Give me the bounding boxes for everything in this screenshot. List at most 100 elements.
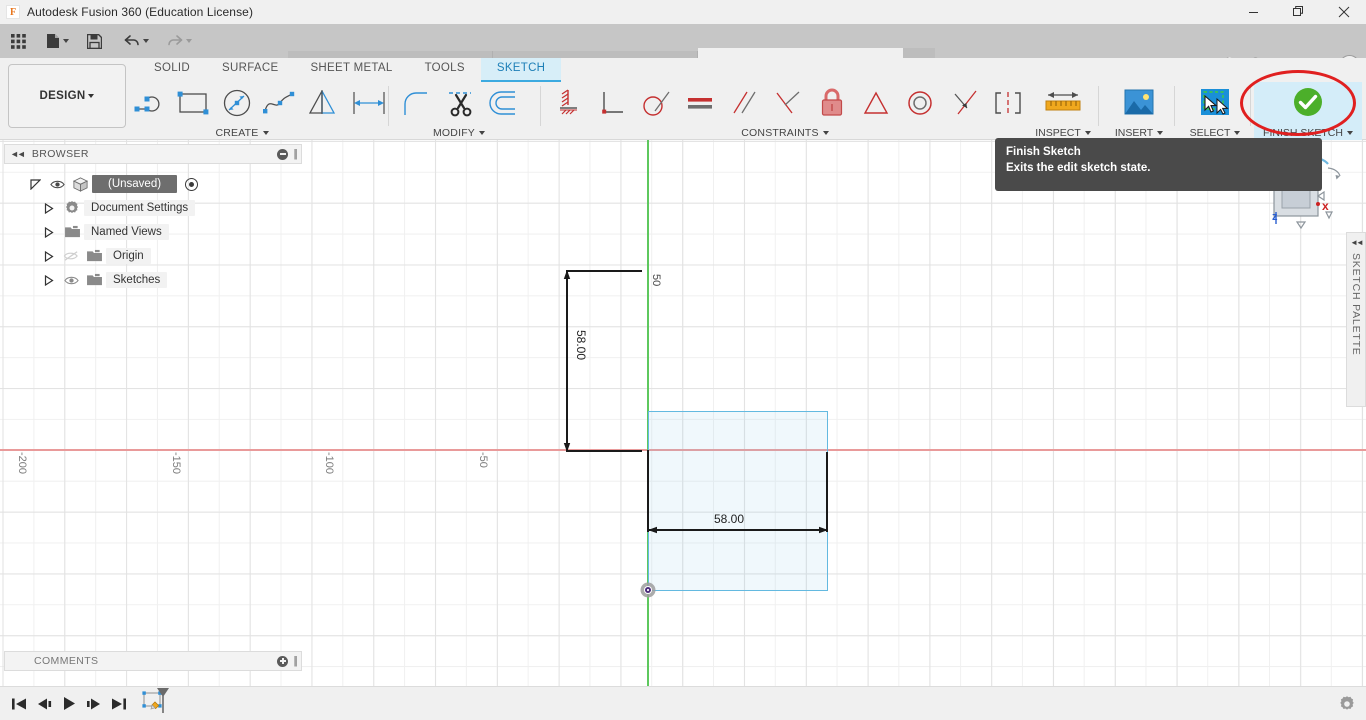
hdim-text[interactable]: 58.00 <box>714 512 744 526</box>
expand-triangle-icon[interactable] <box>38 202 60 214</box>
inspect-button[interactable]: INSPECT <box>1026 82 1100 140</box>
perpendicular-icon[interactable] <box>590 82 634 124</box>
vdim-ext-top <box>566 270 642 272</box>
insert-button[interactable]: INSERT <box>1102 82 1176 140</box>
vdim-text[interactable]: 58.00 <box>574 330 588 360</box>
chevron-down-icon <box>262 131 269 135</box>
redo-icon[interactable] <box>163 24 196 58</box>
skip-start-icon <box>11 698 26 709</box>
window-title: Autodesk Fusion 360 (Education License) <box>27 5 254 19</box>
line-icon[interactable] <box>130 82 173 124</box>
maximize-icon[interactable] <box>1276 0 1321 24</box>
ribbon-group-modify: MODIFY <box>394 82 546 140</box>
group-label-constraints[interactable]: CONSTRAINTS <box>546 127 1024 139</box>
browser-tree: (Unsaved) Document Settings Named Views … <box>4 172 302 292</box>
rectangle-icon[interactable] <box>173 82 216 124</box>
expand-triangle-icon[interactable] <box>38 226 60 238</box>
panel-grip-icon[interactable]: ||| <box>293 655 297 667</box>
browser-header[interactable]: ◄◄ BROWSER ||| <box>4 144 302 164</box>
timeline-feature-sketch[interactable] <box>141 687 177 720</box>
ruler-label-1: -150 <box>170 452 182 475</box>
tab-sheet-metal[interactable]: SHEET METAL <box>294 58 408 82</box>
timeline-play[interactable] <box>56 687 81 720</box>
tooltip: Finish Sketch Exits the edit sketch stat… <box>995 138 1322 191</box>
collinear-icon[interactable] <box>766 82 810 124</box>
expand-triangle-icon[interactable] <box>38 250 60 262</box>
chevron-down-icon <box>88 94 95 98</box>
tab-sketch[interactable]: SKETCH <box>480 58 562 82</box>
group-label-modify[interactable]: MODIFY <box>394 127 524 139</box>
panel-grip-icon[interactable]: ||| <box>293 148 297 160</box>
quick-access-bar: pc-3 v1* × Untitled* × Untitled*(1) <box>0 24 1366 82</box>
fusion360-window: F Autodesk Fusion 360 (Education License… <box>0 0 1366 720</box>
mirror-icon[interactable] <box>301 82 344 124</box>
curvature-icon[interactable] <box>986 82 1030 124</box>
close-icon[interactable] <box>1321 0 1366 24</box>
undo-icon[interactable] <box>120 24 153 58</box>
midpoint-icon[interactable] <box>942 82 986 124</box>
play-icon <box>63 697 75 710</box>
origin-point[interactable] <box>640 582 656 598</box>
tangent-icon[interactable] <box>634 82 678 124</box>
expand-triangle-icon[interactable] <box>38 274 60 286</box>
svg-text:z: z <box>1272 211 1278 223</box>
measure-icon <box>1026 82 1100 122</box>
tab-surface[interactable]: SURFACE <box>206 58 294 82</box>
hdim-ext-left <box>647 450 649 532</box>
fix-constraint-icon[interactable] <box>546 82 590 124</box>
offset-icon[interactable] <box>482 82 526 124</box>
tooltip-body: Exits the edit sketch state. <box>1006 162 1151 174</box>
circle-icon[interactable] <box>215 82 258 124</box>
parallel-icon[interactable] <box>722 82 766 124</box>
step-back-icon <box>37 698 51 709</box>
eye-icon[interactable] <box>46 179 68 190</box>
new-file-icon[interactable] <box>42 24 73 58</box>
ribbon-body: CREATE MODIFY CONSTRAINTS INSPECT INSERT… <box>130 82 1366 140</box>
group-label-create[interactable]: CREATE <box>130 127 354 139</box>
circle-plus-icon[interactable] <box>277 655 289 667</box>
timeline-go-to-beginning[interactable] <box>6 687 31 720</box>
trim-icon[interactable] <box>438 82 482 124</box>
sketch-rectangle[interactable] <box>648 411 828 591</box>
app-grid-icon[interactable] <box>7 24 30 58</box>
spline-icon[interactable] <box>258 82 301 124</box>
double-left-arrow-icon[interactable]: ◄◄ <box>1350 238 1364 247</box>
finish-sketch-button[interactable]: FINISH SKETCH <box>1254 82 1362 140</box>
concentric-icon[interactable] <box>898 82 942 124</box>
equal-icon[interactable] <box>678 82 722 124</box>
sketch-palette-tab[interactable]: ◄◄ SKETCH PALETTE <box>1346 232 1366 407</box>
mouse-cursor-icon <box>1204 95 1218 113</box>
save-icon[interactable] <box>83 24 106 58</box>
symmetry-icon[interactable] <box>854 82 898 124</box>
tree-item-document-settings[interactable]: Document Settings <box>4 196 302 220</box>
eye-icon[interactable] <box>60 275 82 286</box>
circle-minus-icon[interactable] <box>277 148 289 160</box>
tree-item-origin[interactable]: Origin <box>4 244 302 268</box>
workspace-label: DESIGN <box>39 90 86 102</box>
timeline-step-back[interactable] <box>31 687 56 720</box>
double-left-arrow-icon[interactable]: ◄◄ <box>10 149 26 159</box>
expand-triangle-icon[interactable] <box>24 178 46 190</box>
tab-solid[interactable]: SOLID <box>138 58 206 82</box>
chevron-down-icon <box>1346 131 1353 135</box>
workspace-selector[interactable]: DESIGN <box>8 64 126 128</box>
comments-panel[interactable]: COMMENTS ||| <box>4 651 302 671</box>
sketch-dimension-icon[interactable] <box>344 82 394 124</box>
document-cube-icon <box>68 176 92 193</box>
minimize-icon[interactable] <box>1231 0 1276 24</box>
tab-tools[interactable]: TOOLS <box>409 58 481 82</box>
ribbon-tabs: SOLID SURFACE SHEET METAL TOOLS SKETCH <box>138 58 562 82</box>
eye-hidden-icon[interactable] <box>60 250 82 262</box>
gear-icon <box>1340 696 1354 710</box>
timeline-step-forward[interactable] <box>81 687 106 720</box>
tree-item-unsaved[interactable]: (Unsaved) <box>4 172 302 196</box>
ribbon-group-constraints: CONSTRAINTS <box>546 82 1036 140</box>
browser-title: BROWSER <box>31 148 89 160</box>
fix-unfix-icon[interactable] <box>810 82 854 124</box>
fillet-icon[interactable] <box>394 82 438 124</box>
settings-gear-button[interactable] <box>1338 695 1356 718</box>
tree-item-named-views[interactable]: Named Views <box>4 220 302 244</box>
tree-item-sketches[interactable]: Sketches <box>4 268 302 292</box>
timeline-go-to-end[interactable] <box>106 687 131 720</box>
activate-radio[interactable] <box>185 177 199 191</box>
